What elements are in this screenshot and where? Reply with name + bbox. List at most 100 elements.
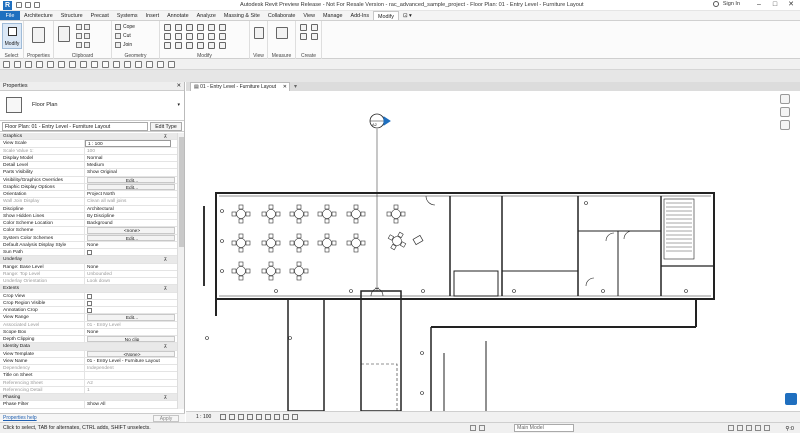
select-by-face-icon[interactable] [755, 425, 761, 431]
design-options-icon[interactable] [479, 425, 485, 431]
property-row[interactable]: Crop Region Visible [0, 299, 177, 307]
tab-annotate[interactable]: Annotate [163, 11, 193, 20]
mirror-icon[interactable] [186, 24, 193, 31]
cope-button[interactable]: Cope [115, 24, 135, 30]
close-button[interactable]: ✕ [784, 0, 798, 10]
property-value[interactable]: None [85, 242, 177, 248]
crop-region-icon[interactable] [265, 414, 271, 420]
property-value[interactable] [85, 307, 177, 313]
property-row[interactable]: Annotation Crop [0, 307, 177, 315]
tab-manage[interactable]: Manage [319, 11, 346, 20]
property-edit-button[interactable]: Edit... [87, 234, 175, 241]
property-value[interactable]: Project North [85, 191, 177, 197]
text-icon[interactable] [102, 60, 109, 68]
property-checkbox[interactable] [87, 308, 92, 313]
modify-button[interactable]: Modify [2, 23, 22, 49]
mirror-axis-icon[interactable] [197, 24, 204, 31]
select-pinned-icon[interactable] [746, 425, 752, 431]
collapse-icon[interactable]: ⊼ [164, 394, 167, 401]
property-row[interactable]: Referencing Sheet A2 [0, 379, 177, 387]
properties-icon[interactable] [32, 27, 45, 43]
instance-selector[interactable]: Floor Plan: 01 - Entry Level - Furniture… [2, 122, 148, 131]
floor-plan-drawing[interactable]: A2 [186, 91, 800, 411]
property-value[interactable]: By Discipline [85, 213, 177, 219]
align-icon[interactable] [164, 24, 171, 31]
view-tab[interactable]: ▤ 01 - Entry Level - Furniture Layout ✕ [190, 82, 290, 91]
property-row[interactable]: View Name 01 - Entry Level - Furniture La… [0, 357, 177, 365]
property-value[interactable]: None [85, 329, 177, 335]
customize-qat-icon[interactable] [168, 60, 175, 68]
collapse-icon[interactable]: ⊼ [164, 343, 167, 350]
delete-icon[interactable] [186, 42, 193, 49]
tab-add-ins[interactable]: Add-Ins [346, 11, 373, 20]
trim-single-icon[interactable] [197, 42, 204, 49]
match-row[interactable] [76, 42, 90, 48]
type-selector[interactable]: Floor Plan ▾ [0, 91, 184, 121]
view-scale[interactable]: 1 : 100 [196, 412, 211, 422]
extend-icon[interactable] [219, 42, 226, 49]
property-row[interactable]: View Template <None> [0, 350, 177, 358]
properties-scrollbar[interactable] [177, 133, 184, 409]
offset-icon[interactable] [175, 24, 182, 31]
close-tab-icon[interactable]: ✕ [283, 83, 287, 91]
tab-architecture[interactable]: Architecture [20, 11, 57, 20]
property-group-header[interactable]: Underlay ⊼ [0, 256, 177, 264]
property-checkbox[interactable] [87, 293, 92, 299]
create-parts-icon[interactable] [311, 24, 318, 31]
chevron-down-icon[interactable]: ▾ [177, 102, 180, 108]
property-row[interactable]: Scope Box None [0, 328, 177, 336]
3d-view-icon[interactable] [113, 60, 120, 68]
property-row[interactable]: Sun Path [0, 249, 177, 257]
property-row[interactable]: Display Model Normal [0, 154, 177, 162]
move-icon[interactable] [164, 33, 171, 40]
save-icon[interactable] [25, 2, 31, 8]
properties-help-link[interactable]: Properties help [0, 415, 37, 421]
measure-icon[interactable] [276, 27, 288, 39]
property-row[interactable]: Detail Level Medium [0, 162, 177, 170]
open-icon[interactable] [16, 2, 22, 8]
property-value[interactable]: Background [85, 220, 177, 226]
apply-button[interactable]: Apply [153, 415, 179, 422]
property-edit-button[interactable]: Edit... [87, 183, 175, 190]
property-row[interactable]: Color Scheme <none> [0, 227, 177, 235]
property-row[interactable]: Orientation Project North [0, 191, 177, 199]
property-row[interactable]: Visibility/Graphics Overrides Edit... [0, 176, 177, 184]
paste-icon[interactable] [58, 26, 70, 42]
ribbon-options-icon[interactable]: ⊡ ▾ [399, 11, 416, 20]
property-row[interactable]: Range: Base Level None [0, 263, 177, 271]
property-value[interactable] [85, 300, 177, 306]
split-gap-icon[interactable] [219, 24, 226, 31]
unpin-icon[interactable] [175, 42, 182, 49]
thin-lines-icon[interactable] [135, 60, 142, 68]
trim-multiple-icon[interactable] [208, 42, 215, 49]
rotate-icon[interactable] [186, 33, 193, 40]
property-group-header[interactable]: Phasing ⊼ [0, 394, 177, 402]
switch-windows-icon[interactable] [157, 60, 164, 68]
create-group-icon[interactable] [300, 33, 307, 40]
sun-path-icon[interactable] [238, 414, 244, 420]
tab-insert[interactable]: Insert [142, 11, 163, 20]
copy-row[interactable] [76, 33, 90, 39]
help-assistant-icon[interactable] [785, 393, 797, 405]
property-value[interactable]: Medium [85, 162, 177, 168]
property-row[interactable]: Underlay Orientation Look down [0, 278, 177, 286]
property-row[interactable]: Scale Value 1: 100 [0, 147, 177, 155]
collapse-icon[interactable]: ⊼ [164, 285, 167, 292]
collapse-icon[interactable]: ⊼ [164, 256, 167, 263]
property-value[interactable]: None [85, 264, 177, 270]
join-button[interactable]: Join [115, 42, 132, 48]
property-group-header[interactable]: Graphics ⊼ [0, 133, 177, 141]
scale-icon[interactable] [219, 33, 226, 40]
edit-type-button[interactable]: Edit Type [150, 122, 182, 131]
property-row[interactable]: Depth Clipping No clip [0, 336, 177, 344]
tab-massing-site[interactable]: Massing & Site [220, 11, 264, 20]
section-icon[interactable] [124, 60, 131, 68]
steering-wheel-icon[interactable] [780, 107, 790, 117]
property-checkbox[interactable] [87, 250, 92, 255]
view-tools-icon[interactable] [254, 27, 264, 39]
property-row[interactable]: Crop View [0, 292, 177, 300]
property-row[interactable]: System Color Schemes Edit... [0, 234, 177, 242]
copy-icon[interactable] [175, 33, 182, 40]
open-icon[interactable] [3, 60, 10, 68]
property-value[interactable] [85, 372, 177, 378]
